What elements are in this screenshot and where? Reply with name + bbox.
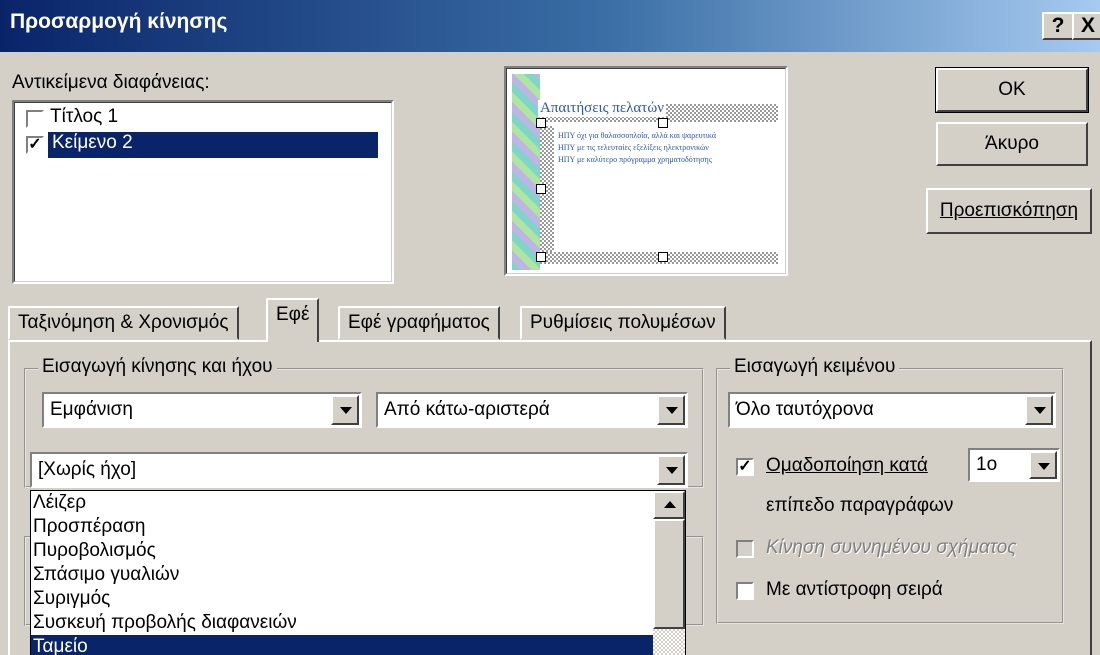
close-button[interactable]: X <box>1072 12 1100 40</box>
sound-dropdown-list[interactable]: Λέιζερ Προσπέραση Πυροβολισμός Σπάσιμο γ… <box>30 490 686 655</box>
tab-chart-effects[interactable]: Εφέ γραφήματος <box>338 306 500 340</box>
effect-value: Εμφάνιση <box>50 399 133 420</box>
sound-option-selected[interactable]: Ταμείο <box>31 635 685 655</box>
introduce-text-group-title: Εισαγωγή κειμένου <box>730 356 900 378</box>
chevron-down-icon[interactable] <box>657 395 685 425</box>
scroll-up-icon[interactable] <box>653 491 685 519</box>
sound-option[interactable]: Σπάσιμο γυαλιών <box>31 563 685 587</box>
slide-decor-strip <box>512 74 540 270</box>
object-label-title[interactable]: Τίτλος 1 <box>50 106 118 128</box>
direction-value: Από κάτω-αριστερά <box>384 399 550 420</box>
effect-combo[interactable]: Εμφάνιση <box>42 392 362 428</box>
preview-bullets: ΗΠΥ όχι για θαλασσοπλοΐα, αλλά και ψαρευ… <box>558 130 768 166</box>
preview-button-label: Προεπισκόπηση <box>939 200 1079 221</box>
tab-multimedia-settings[interactable]: Ρυθμίσεις πολυμέσων <box>520 306 726 340</box>
close-icon: X <box>1080 14 1095 37</box>
tab-effects[interactable]: Εφέ <box>266 298 320 342</box>
object-checkbox-title[interactable] <box>26 110 44 128</box>
slide-objects-list[interactable]: Τίτλος 1 ✓ Κείμενο 2 <box>12 100 394 284</box>
sound-option[interactable]: Συσκευή προβολής διαφανειών <box>31 611 685 635</box>
direction-combo[interactable]: Από κάτω-αριστερά <box>376 392 688 428</box>
attached-shape-checkbox[interactable] <box>736 540 754 558</box>
paragraph-level-combo[interactable]: 1ο <box>968 448 1060 482</box>
group-by-label[interactable]: Ομαδοποίηση κατά <box>766 455 928 477</box>
slide-thumbnail: Απαιτήσεις πελατών ΗΠΥ όχι για θαλασσοπλ… <box>512 74 782 270</box>
custom-animation-dialog: Προσαρμογή κίνησης ? X Αντικείμενα διαφά… <box>0 0 1100 655</box>
sound-option[interactable]: Λέιζερ <box>31 491 685 515</box>
slide-preview: Απαιτήσεις πελατών ΗΠΥ όχι για θαλασσοπλ… <box>504 66 788 276</box>
selection-handle <box>536 184 546 194</box>
preview-bullet: ΗΠΥ με τις τελευταίες εξελίξεις ηλεκτρον… <box>558 143 709 152</box>
preview-button[interactable]: Προεπισκόπηση <box>926 188 1092 234</box>
help-icon: ? <box>1051 14 1065 37</box>
object-checkbox-text[interactable]: ✓ <box>26 136 44 154</box>
dropdown-scrollbar[interactable] <box>653 491 685 655</box>
chevron-down-icon[interactable] <box>331 395 359 425</box>
selection-handle <box>658 118 668 128</box>
ok-button[interactable]: OK <box>935 67 1089 113</box>
cancel-button[interactable]: Άκυρο <box>936 122 1088 166</box>
selection-handle <box>536 118 546 128</box>
object-label-text[interactable]: Κείμενο 2 <box>52 132 133 154</box>
sound-combo[interactable]: [Χωρίς ήχο] <box>30 452 688 488</box>
preview-bullet: ΗΠΥ όχι για θαλασσοπλοΐα, αλλά και ψαρευ… <box>558 131 717 140</box>
sound-option[interactable]: Πυροβολισμός <box>31 539 685 563</box>
reverse-order-label[interactable]: Με αντίστροφη σειρά <box>766 579 943 601</box>
sound-option[interactable]: Προσπέραση <box>31 515 685 539</box>
selection-handle <box>658 252 668 262</box>
attached-shape-label: Κίνηση συννημένου σχήματος <box>766 537 1017 558</box>
sound-value: [Χωρίς ήχο] <box>38 459 137 480</box>
preview-slide-title: Απαιτήσεις πελατών <box>538 100 666 117</box>
dialog-title: Προσαρμογή κίνησης <box>10 10 228 33</box>
paragraph-level-suffix: επίπεδο παραγράφων <box>766 495 954 516</box>
tab-order-timing[interactable]: Ταξινόμηση & Χρονισμός <box>8 306 239 340</box>
scrollbar-thumb[interactable] <box>653 519 685 629</box>
chevron-down-icon[interactable] <box>657 455 685 485</box>
title-bar[interactable]: Προσαρμογή κίνησης ? X <box>0 0 1100 52</box>
group-by-checkbox[interactable]: ✓ <box>736 458 754 476</box>
chevron-down-icon[interactable] <box>1025 395 1053 425</box>
sound-option[interactable]: Συριγμός <box>31 587 685 611</box>
help-button[interactable]: ? <box>1042 12 1074 40</box>
reverse-order-checkbox[interactable] <box>736 582 754 600</box>
selection-handle <box>536 252 546 262</box>
paragraph-level-value: 1ο <box>976 454 998 475</box>
slide-objects-label: Αντικείμενα διαφάνειας: <box>12 72 210 93</box>
text-mode-combo[interactable]: Όλο ταυτόχρονα <box>728 392 1056 428</box>
group-by-label-text: Ομαδοποίηση κατά <box>766 455 928 476</box>
preview-bullet: ΗΠΥ με καλύτερο πρόγραμμα χρηματοδότησης <box>558 155 712 164</box>
chevron-down-icon[interactable] <box>1029 451 1057 479</box>
text-mode-value: Όλο ταυτόχρονα <box>736 399 874 420</box>
entry-animation-group-title: Εισαγωγή κίνησης και ήχου <box>38 356 277 378</box>
